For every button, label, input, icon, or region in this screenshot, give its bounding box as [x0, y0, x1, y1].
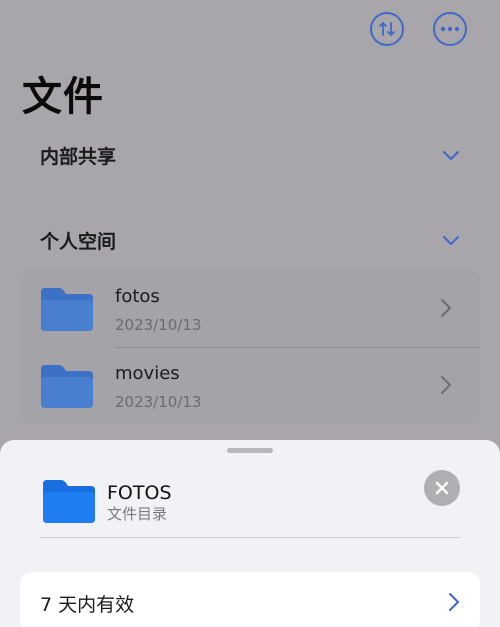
sheet-subtitle: 文件目录: [107, 505, 168, 523]
file-name: movies: [115, 363, 180, 384]
folder-icon: [41, 365, 93, 408]
sheet-title: FOTOS: [107, 482, 172, 504]
more-button[interactable]: [433, 12, 467, 46]
close-icon: [435, 481, 449, 495]
ellipsis-icon: [440, 26, 460, 32]
validity-option-label: 7 天内有效: [40, 594, 135, 616]
chevron-down-icon: [443, 236, 459, 245]
section-personal-label: 个人空间: [40, 230, 117, 253]
list-item[interactable]: fotos 2023/10/13: [20, 270, 480, 347]
arrow-up-down-icon: [379, 22, 395, 36]
section-shared[interactable]: 内部共享: [40, 140, 460, 170]
page-title: 文件: [22, 74, 104, 120]
chevron-right-icon: [441, 299, 451, 317]
chevron-right-icon: [441, 376, 451, 394]
section-shared-label: 内部共享: [40, 145, 117, 168]
file-list: fotos 2023/10/13 movies 2023/10/13: [20, 270, 480, 424]
validity-option[interactable]: 7 天内有效: [20, 572, 480, 627]
sort-button[interactable]: [370, 12, 404, 46]
file-date: 2023/10/13: [115, 393, 202, 411]
folder-icon: [41, 288, 93, 331]
bottom-sheet: FOTOS 文件目录 7 天内有效: [0, 440, 500, 627]
close-button[interactable]: [424, 470, 460, 506]
folder-icon: [43, 480, 95, 523]
file-date: 2023/10/13: [115, 316, 202, 334]
section-personal[interactable]: 个人空间: [40, 225, 460, 255]
chevron-right-icon: [449, 593, 459, 611]
sheet-grabber[interactable]: [227, 448, 273, 453]
file-name: fotos: [115, 286, 160, 307]
chevron-down-icon: [443, 151, 459, 160]
divider: [40, 537, 460, 538]
list-item[interactable]: movies 2023/10/13: [20, 347, 480, 424]
